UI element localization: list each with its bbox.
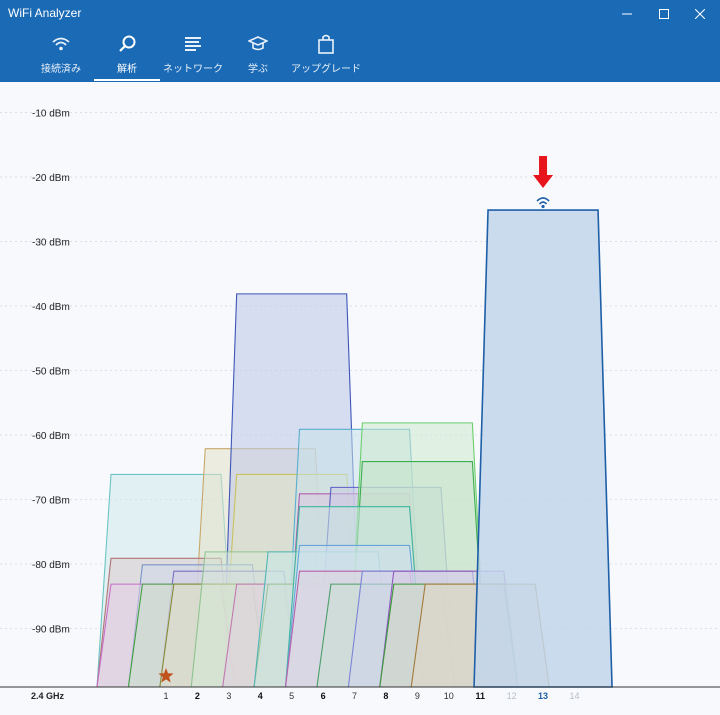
app-title: WiFi Analyzer [8,6,82,20]
list-icon [183,34,203,54]
channel-label: 4 [258,691,263,701]
channel-label: 8 [383,691,388,701]
wifi-signal-icon [536,197,550,202]
magnify-icon [117,34,137,54]
channel-label: 6 [321,691,326,701]
y-tick-label: -10 dBm [32,109,70,120]
tab-network-label: ネットワーク [163,64,223,75]
channel-label: 13 [538,691,548,701]
wifi-signal-icon-inner [538,201,548,205]
signal-chart: -10 dBm -20 dBm -30 dBm -40 dBm -50 dBm -60 d… [0,82,720,715]
channel-label: 11 [475,691,485,701]
close-icon [695,9,705,19]
channel-label: 3 [226,691,231,701]
graduation-cap-icon [248,34,268,54]
channel-label: 1 [163,691,168,701]
red-arrow-head [533,175,554,189]
tab-upgrade[interactable]: アップグレード [291,34,361,80]
minimize-button[interactable] [610,0,644,28]
tab-connected-label: 接続済み [41,64,81,75]
close-button[interactable] [683,0,717,28]
channel-label: 10 [444,691,454,701]
red-arrow-shaft [539,156,548,177]
tab-network[interactable]: ネットワーク [163,34,223,80]
tab-learn[interactable]: 学ぶ [244,34,272,80]
channel-label: 12 [507,691,517,701]
y-tick-label: -20 dBm [32,173,70,184]
y-tick-label: -50 dBm [32,367,70,378]
tab-analyze[interactable]: 解析 [94,34,160,81]
connected-network-curve [473,209,613,688]
channel-label: 14 [569,691,579,701]
band-label: 2.4 GHz [31,691,65,701]
channel-label: 9 [415,691,420,701]
wifi-signal-dot [541,204,545,209]
tab-analyze-label: 解析 [117,64,137,75]
maximize-icon [659,9,669,19]
y-tick-label: -70 dBm [32,496,70,507]
tab-learn-label: 学ぶ [248,64,268,75]
channel-label: 2 [195,691,200,701]
channel-label: 7 [352,691,357,701]
chart-axis: 2.4 GHz 1 2 3 4 5 6 7 8 9 10 11 12 13 14 [0,686,720,701]
chart-series [96,209,613,688]
y-tick-label: -90 dBm [32,625,70,636]
wifi-icon [51,34,71,54]
y-tick-label: -40 dBm [32,302,70,313]
tab-upgrade-label: アップグレード [291,64,361,75]
y-tick-label: -30 dBm [32,238,70,249]
maximize-button[interactable] [647,0,681,28]
tab-connected[interactable]: 接続済み [40,34,82,80]
y-tick-label: -60 dBm [32,431,70,442]
minimize-icon [622,13,632,15]
channel-label: 5 [289,691,294,701]
title-bar: WiFi Analyzer 接続済み 解析 ネットワーク 学ぶ アップグレード [0,0,720,82]
y-tick-label: -80 dBm [32,560,70,571]
shopping-bag-icon [317,34,335,54]
